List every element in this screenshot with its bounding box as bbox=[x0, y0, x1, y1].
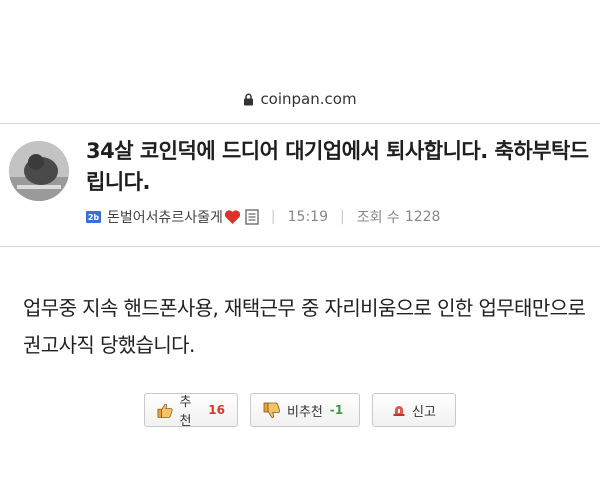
browser-url-bar: coinpan.com bbox=[0, 0, 600, 122]
divider: | bbox=[340, 209, 345, 225]
post-time: 15:19 bbox=[287, 209, 328, 225]
url-text: coinpan.com bbox=[260, 90, 357, 108]
memo-icon[interactable] bbox=[245, 209, 259, 225]
thumbs-up-icon bbox=[157, 403, 173, 418]
unrecommend-button[interactable]: 비추천 -1 bbox=[250, 393, 360, 427]
post-header: 34살 코인덕에 드디어 대기업에서 퇴사합니다. 축하부탁드립니다. 2b 돈… bbox=[0, 123, 600, 247]
vote-actions: 추천 16 비추천 -1 신고 bbox=[0, 393, 600, 429]
level-badge-icon: 2b bbox=[86, 211, 101, 223]
avatar-image bbox=[9, 141, 69, 201]
heart-icon bbox=[224, 210, 241, 224]
post-meta: 2b 돈벌어서츄르사줄게 | 15:19 | 조회 수 1228 bbox=[86, 206, 440, 228]
views-label: 조회 수 bbox=[356, 210, 400, 226]
divider: | bbox=[270, 209, 276, 225]
avatar[interactable] bbox=[9, 141, 69, 201]
address-bar[interactable]: coinpan.com bbox=[0, 90, 600, 108]
post-title: 34살 코인덕에 드디어 대기업에서 퇴사합니다. 축하부탁드립니다. bbox=[86, 139, 589, 194]
recommend-count: 16 bbox=[208, 403, 225, 417]
report-label: 신고 bbox=[412, 404, 436, 420]
recommend-label: 추천 bbox=[179, 395, 192, 429]
unrecommend-label: 비추천 bbox=[287, 404, 323, 420]
unrecommend-count: -1 bbox=[329, 403, 344, 417]
thumbs-down-icon bbox=[263, 402, 281, 418]
recommend-button[interactable]: 추천 16 bbox=[144, 393, 238, 429]
views-count: 1228 bbox=[404, 209, 441, 225]
post-body: 업무중 지속 핸드폰사용, 재택근무 중 자리비움으로 인한 업무태만으로 권고… bbox=[23, 296, 586, 357]
lock-icon bbox=[244, 93, 254, 105]
siren-icon bbox=[393, 406, 405, 416]
author-name[interactable]: 돈벌어서츄르사줄게 bbox=[107, 207, 223, 227]
report-button[interactable]: 신고 bbox=[372, 393, 456, 427]
